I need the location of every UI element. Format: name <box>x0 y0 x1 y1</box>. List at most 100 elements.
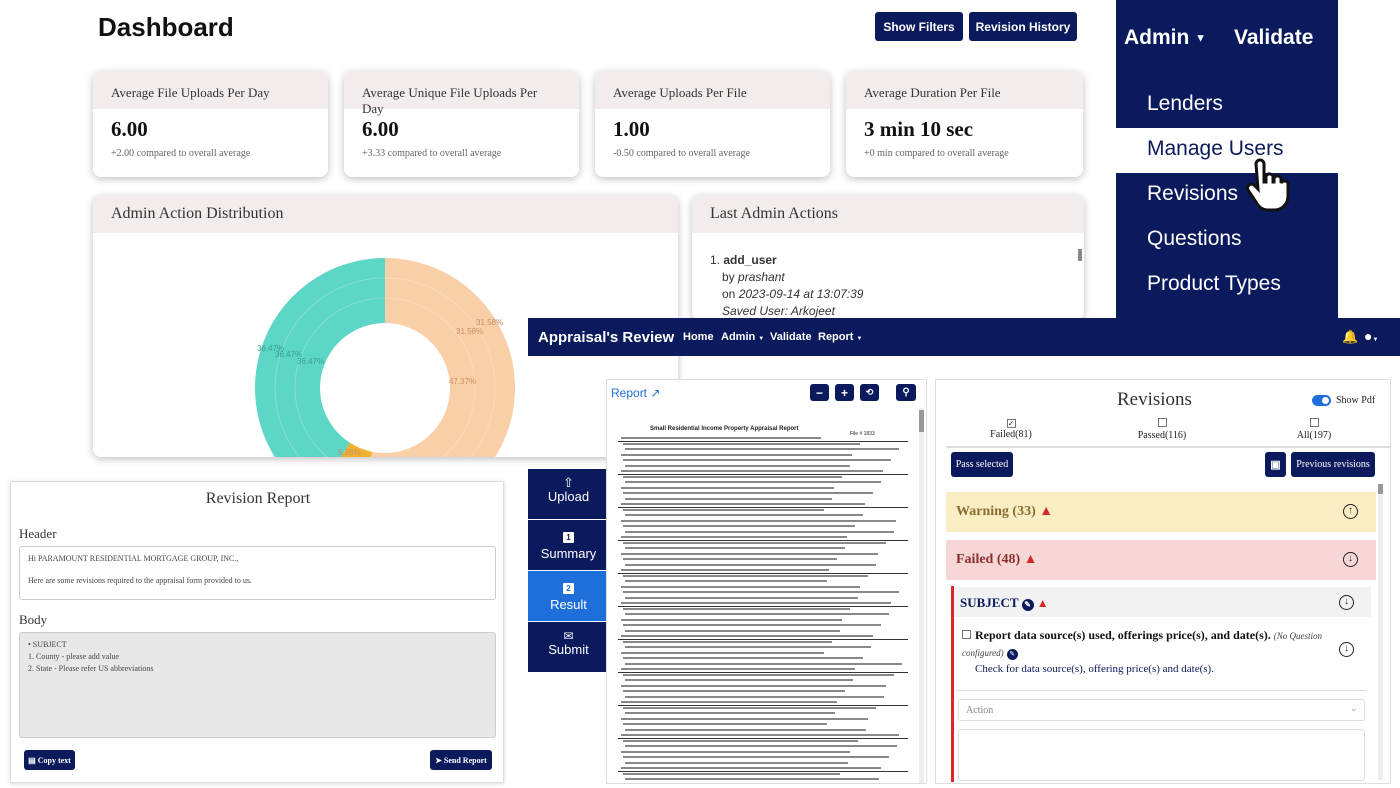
search-button[interactable]: ⚲ <box>896 384 916 401</box>
tab-label: Submit <box>548 642 589 657</box>
chevron-down-icon: ⌄ <box>1349 703 1358 714</box>
doc-text-line <box>623 772 840 775</box>
body-label: Body <box>19 612 48 627</box>
rotate-button[interactable]: ⟲ <box>860 384 879 401</box>
filter-all[interactable]: All(197) <box>1292 418 1336 441</box>
zoom-in-button[interactable]: + <box>835 384 854 401</box>
action-date: 2023-09-14 at 13:07:39 <box>738 287 864 301</box>
doc-text-line <box>623 607 850 610</box>
doc-text-line <box>625 448 899 450</box>
revision-history-button[interactable]: Revision History <box>969 12 1077 41</box>
question-title: Report data source(s) used, offerings pr… <box>975 628 1271 642</box>
header-line: Hi PARAMOUNT RESIDENTIAL MORTGAGE GROUP,… <box>28 554 239 563</box>
zoom-out-button[interactable]: − <box>810 384 829 401</box>
show-pdf-toggle[interactable] <box>1312 395 1331 406</box>
stat-compare: +2.00 compared to overall average <box>111 148 251 159</box>
doc-text-line <box>623 706 876 709</box>
last-action-entry: 1. add_user by prashant on 2023-09-14 at… <box>710 252 863 320</box>
entry-number: 1. <box>710 253 721 267</box>
caret-down-icon: ▼ <box>758 336 765 342</box>
doc-text-line <box>625 646 871 648</box>
expand-icon[interactable]: ↓ <box>1339 595 1354 610</box>
action-select[interactable]: Action ⌄ <box>958 699 1365 721</box>
filter-failed[interactable]: ✓ Failed(81) <box>986 418 1036 440</box>
expand-icon[interactable]: ↓ <box>1343 552 1358 567</box>
show-filters-button[interactable]: Show Filters <box>875 12 963 41</box>
save-button[interactable]: ▣ <box>1265 452 1286 477</box>
doc-text-line <box>621 701 837 703</box>
body-textarea[interactable]: • SUBJECT 1. County - please add value 2… <box>19 632 496 738</box>
passed-checkbox[interactable] <box>1157 418 1167 427</box>
doc-text-line <box>621 569 829 571</box>
doc-text-line <box>623 574 868 577</box>
doc-text-line <box>623 475 842 478</box>
stat-label: Average File Uploads Per Day <box>93 71 328 109</box>
user-menu[interactable]: ●▼ <box>1364 328 1378 344</box>
comment-textarea[interactable] <box>958 729 1365 781</box>
copy-text-button[interactable]: ▤ Copy text <box>24 750 75 770</box>
doc-text-line <box>623 690 845 692</box>
failed-section[interactable]: Failed (48) ▲ <box>946 540 1376 580</box>
stat-label: Average Unique File Uploads Per Day <box>344 71 579 116</box>
send-report-button[interactable]: ➤ Send Report <box>430 750 492 770</box>
menu-item-manage-users[interactable]: Manage Users <box>1116 128 1338 173</box>
question-checkbox[interactable] <box>962 630 971 639</box>
doc-title: Small Residential Income Property Apprai… <box>650 426 799 432</box>
app-brand[interactable]: Appraisal's Review <box>538 329 674 346</box>
subject-header[interactable]: SUBJECT ✎ ▲ <box>954 587 1371 617</box>
tab-summary[interactable]: 1 Summary <box>528 520 609 570</box>
doc-text-line <box>625 613 889 615</box>
revisions-scrollbar[interactable] <box>1378 484 1383 780</box>
expand-icon[interactable]: ↓ <box>1339 642 1354 657</box>
divider <box>956 690 1366 691</box>
filter-label: Failed(81) <box>990 429 1032 440</box>
doc-text-line <box>621 602 891 604</box>
collapse-icon[interactable]: ↑ <box>1343 504 1358 519</box>
doc-text-line <box>625 679 853 681</box>
nav-home[interactable]: Home <box>683 331 714 343</box>
tab-submit[interactable]: ✉ Submit <box>528 622 609 672</box>
doc-text-line <box>625 464 850 467</box>
caret-down-icon: ▼ <box>856 336 863 342</box>
filter-passed[interactable]: Passed(116) <box>1132 418 1192 441</box>
mail-icon: ✉ <box>563 629 574 643</box>
menu-item-product-types[interactable]: Product Types <box>1116 263 1338 308</box>
failed-checkbox[interactable]: ✓ <box>1006 419 1016 428</box>
bell-icon[interactable]: 🔔 <box>1342 329 1358 345</box>
menu-item-revisions[interactable]: Revisions <box>1116 173 1338 218</box>
report-link[interactable]: Report ↗ <box>611 386 660 400</box>
menu-item-lenders[interactable]: Lenders <box>1116 83 1338 128</box>
validate-link[interactable]: Validate <box>1234 26 1313 50</box>
tab-upload[interactable]: ⇧ Upload <box>528 469 609 519</box>
last-actions-title: Last Admin Actions <box>692 195 1084 233</box>
doc-text-line <box>623 459 891 461</box>
send-report-label: Send Report <box>443 755 487 765</box>
scrollbar[interactable] <box>1078 249 1082 261</box>
doc-scrollbar[interactable] <box>919 408 924 783</box>
previous-revisions-button[interactable]: Previous revisions <box>1291 452 1375 477</box>
clipboard-icon: ▤ <box>28 755 36 765</box>
all-checkbox[interactable] <box>1309 418 1319 427</box>
edit-icon[interactable]: ✎ <box>1006 649 1018 660</box>
pass-selected-button[interactable]: Pass selected <box>951 452 1013 477</box>
doc-text-line <box>621 717 868 720</box>
doc-text-line <box>625 629 840 632</box>
by-user: prashant <box>738 270 785 284</box>
header-textarea[interactable]: Hi PARAMOUNT RESIDENTIAL MORTGAGE GROUP,… <box>19 546 496 600</box>
caret-down-icon: ▼ <box>1195 32 1207 45</box>
warning-section[interactable]: Warning (33) ▲ <box>946 492 1376 532</box>
tab-result[interactable]: 2 Result <box>528 571 609 621</box>
doc-text-line <box>621 734 899 736</box>
edit-icon[interactable]: ✎ <box>1021 599 1034 611</box>
nav-validate[interactable]: Validate <box>770 331 812 343</box>
doc-text-line <box>621 668 855 670</box>
action-placeholder: Action <box>966 705 994 716</box>
nav-admin[interactable]: Admin ▼ <box>721 331 764 343</box>
menu-item-questions[interactable]: Questions <box>1116 218 1338 263</box>
nav-report[interactable]: Report ▼ <box>818 331 862 343</box>
stat-label: Average Uploads Per File <box>595 71 830 109</box>
admin-menu-toggle[interactable]: Admin ▼ <box>1124 26 1206 50</box>
doc-text-line <box>621 536 847 538</box>
copy-text-label: Copy text <box>37 755 71 765</box>
warning-icon: ▲ <box>1036 596 1049 610</box>
